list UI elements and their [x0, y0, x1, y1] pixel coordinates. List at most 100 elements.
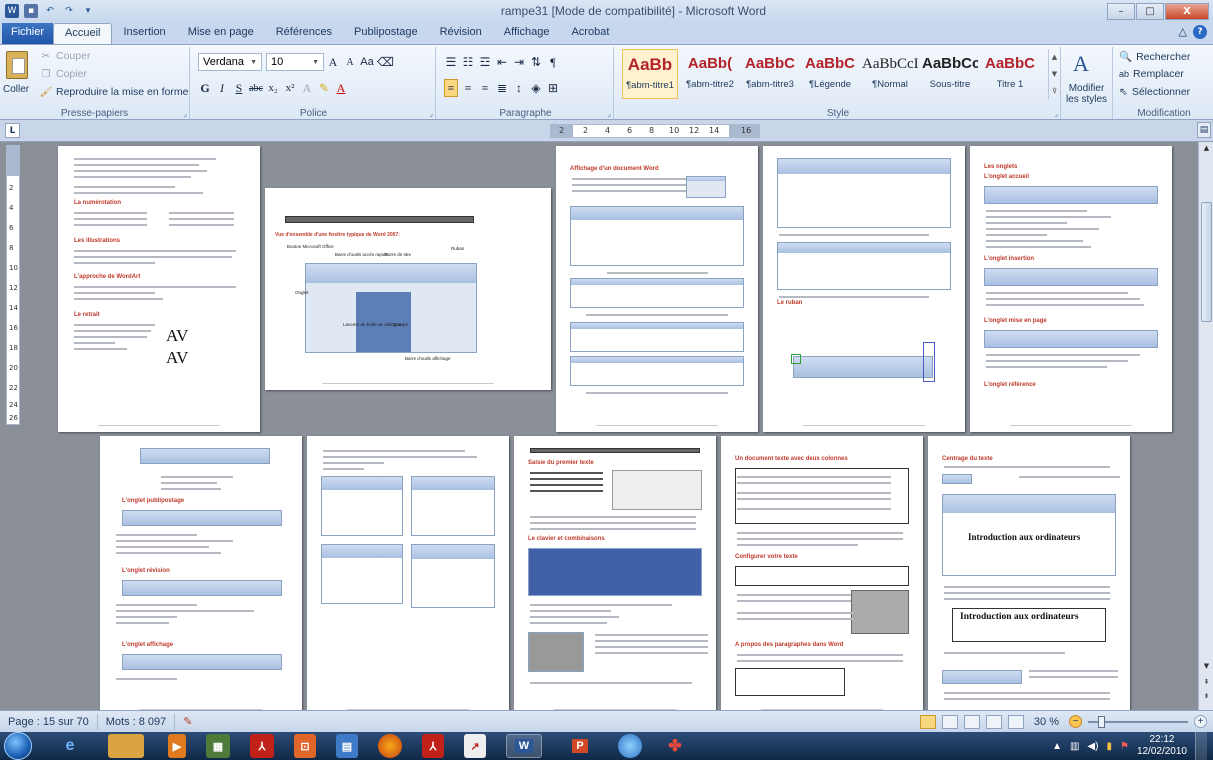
ie-icon[interactable]: e — [52, 734, 88, 758]
modify-styles-button[interactable]: A Modifier les styles — [1061, 47, 1113, 119]
redo-icon[interactable]: ↷ — [62, 4, 76, 18]
dialog-launcher-icon[interactable]: ⌟ — [1054, 109, 1058, 118]
find-button[interactable]: 🔍 Rechercher — [1119, 50, 1190, 64]
previous-page-icon[interactable]: ⇞ — [1201, 678, 1212, 690]
bullets-icon[interactable]: ☰ — [444, 53, 458, 71]
calculator-icon[interactable]: ▦ — [206, 734, 230, 758]
scroll-down-icon[interactable]: ▼ — [1201, 662, 1212, 674]
paste-button[interactable]: Coller — [3, 84, 29, 95]
tab-accueil[interactable]: Accueil — [53, 23, 113, 44]
tab-selector[interactable]: L — [5, 123, 20, 138]
paste-icon[interactable] — [6, 51, 28, 79]
dialog-launcher-icon[interactable]: ⌟ — [183, 109, 187, 118]
paint-icon[interactable]: ✤ — [662, 734, 688, 758]
shrink-font-button[interactable]: A — [343, 53, 357, 71]
word-taskbar-button[interactable]: W — [506, 734, 542, 758]
explorer-icon[interactable] — [108, 734, 144, 758]
print-layout-icon[interactable] — [919, 714, 936, 729]
word-count[interactable]: Mots : 8 097 — [98, 713, 176, 730]
publisher-icon[interactable]: ⊡ — [294, 734, 316, 758]
show-desktop-button[interactable] — [1195, 732, 1207, 760]
help-icon[interactable]: ? — [1193, 25, 1207, 39]
document-page[interactable]: Affichage d'un document Word — [556, 146, 758, 432]
grow-font-button[interactable]: A — [326, 53, 340, 71]
more-icon[interactable]: ⊽ — [1052, 87, 1057, 95]
zoom-level[interactable]: 30 % — [1030, 716, 1063, 728]
bold-button[interactable]: G — [198, 79, 212, 97]
tab-file[interactable]: Fichier — [2, 23, 54, 44]
numbering-icon[interactable]: ☷ — [461, 53, 475, 71]
increase-indent-icon[interactable]: ⇥ — [512, 53, 526, 71]
minimize-button[interactable]: – — [1107, 2, 1135, 20]
justify-icon[interactable]: ≣ — [495, 79, 509, 97]
italic-button[interactable]: I — [215, 79, 229, 97]
zoom-in-icon[interactable]: + — [1194, 715, 1207, 728]
chevron-up-icon[interactable]: ▲ — [1052, 53, 1057, 61]
start-button[interactable] — [4, 732, 32, 760]
copy-button[interactable]: ❐ Copier — [40, 68, 87, 80]
clear-format-icon[interactable]: ⌫ — [377, 53, 394, 71]
zoom-out-icon[interactable]: − — [1069, 715, 1082, 728]
document-page[interactable]: Saisie du premier texte Le clavier et co… — [514, 436, 716, 710]
font-color-button[interactable]: A — [334, 79, 348, 97]
change-case-button[interactable]: Aa — [360, 53, 374, 71]
page-count[interactable]: Page : 15 sur 70 — [0, 713, 98, 730]
style-titre-1[interactable]: AaBbC Titre 1 — [982, 49, 1038, 99]
dialog-launcher-icon[interactable]: ⌟ — [429, 109, 433, 118]
full-screen-reading-icon[interactable] — [941, 714, 958, 729]
customize-icon[interactable]: ▾ — [81, 4, 95, 18]
undo-icon[interactable]: ↶ — [43, 4, 57, 18]
format-painter-button[interactable]: 🖌 Reproduire la mise en forme — [40, 86, 189, 98]
style-legende[interactable]: AaBbC ¶Légende — [802, 49, 858, 99]
document-area[interactable]: La numérotation Les illustrations L'appr… — [22, 142, 1198, 710]
outline-icon[interactable] — [985, 714, 1002, 729]
network-icon[interactable]: ▥ — [1070, 741, 1079, 752]
acrobat-icon[interactable]: ⅄ — [250, 734, 274, 758]
media-player-icon[interactable]: ▶ — [168, 734, 186, 758]
maximize-button[interactable]: □ — [1136, 2, 1164, 20]
font-name-combo[interactable]: Verdana ▼ — [198, 53, 262, 71]
proofing-icon[interactable]: ✎ — [175, 714, 200, 730]
scroll-up-icon[interactable]: ▲ — [1201, 144, 1212, 156]
decrease-indent-icon[interactable]: ⇤ — [495, 53, 509, 71]
horizontal-ruler[interactable]: 2 2 4 6 8 10 12 14 16 — [550, 124, 760, 138]
tab-mise-en-page[interactable]: Mise en page — [177, 23, 265, 44]
align-left-icon[interactable]: ≡ — [444, 79, 458, 97]
chevron-down-icon[interactable]: ▼ — [1052, 70, 1057, 78]
next-page-icon[interactable]: ⇟ — [1201, 692, 1212, 704]
subscript-button[interactable]: x₂ — [266, 79, 280, 97]
word-icon[interactable]: W — [5, 4, 19, 18]
save-icon[interactable]: ▪ — [24, 4, 38, 18]
underline-button[interactable]: S — [232, 79, 246, 97]
select-button[interactable]: ⇖ Sélectionner — [1119, 86, 1190, 98]
style-normal[interactable]: AaBbCcI ¶Normal — [862, 49, 918, 99]
text-effects-icon[interactable]: A — [300, 79, 314, 97]
outlook-icon[interactable] — [618, 734, 642, 758]
document-page[interactable]: Le ruban — [763, 146, 965, 432]
document-page[interactable]: Un document texte avec deux colonnes Con… — [721, 436, 923, 710]
firefox-icon[interactable] — [378, 734, 402, 758]
document-page[interactable]: Les onglets L'onglet accueil L'onglet in… — [970, 146, 1172, 432]
acrobat-reader-icon[interactable]: ⅄ — [422, 734, 444, 758]
minimize-ribbon-icon[interactable]: △ — [1179, 25, 1187, 39]
zoom-slider-knob[interactable] — [1098, 715, 1106, 728]
clock[interactable]: 22:12 12/02/2010 — [1137, 734, 1187, 758]
cut-button[interactable]: ✂ Couper — [40, 50, 91, 62]
replace-button[interactable]: ab Remplacer — [1119, 68, 1184, 80]
tab-publipostage[interactable]: Publipostage — [343, 23, 429, 44]
flag-icon[interactable]: ⚑ — [1120, 741, 1129, 752]
arrow-app-icon[interactable]: ↗ — [464, 734, 486, 758]
dialog-launcher-icon[interactable]: ⌟ — [607, 109, 611, 118]
tab-affichage[interactable]: Affichage — [493, 23, 561, 44]
shading-icon[interactable]: ◈ — [529, 79, 543, 97]
align-center-icon[interactable]: ≡ — [461, 79, 475, 97]
styles-scroller[interactable]: ▲ ▼ ⊽ — [1048, 49, 1060, 99]
tab-references[interactable]: Références — [265, 23, 343, 44]
style-abm-titre3[interactable]: AaBbC ¶abm-titre3 — [742, 49, 798, 99]
volume-icon[interactable]: ◀) — [1087, 741, 1098, 752]
tray-expand-icon[interactable]: ▲ — [1052, 741, 1062, 752]
font-size-combo[interactable]: 10 ▼ — [266, 53, 324, 71]
web-layout-icon[interactable] — [963, 714, 980, 729]
document-page[interactable]: Vue d'ensemble d'une fenêtre typique de … — [265, 188, 551, 390]
zoom-slider[interactable] — [1088, 715, 1188, 729]
